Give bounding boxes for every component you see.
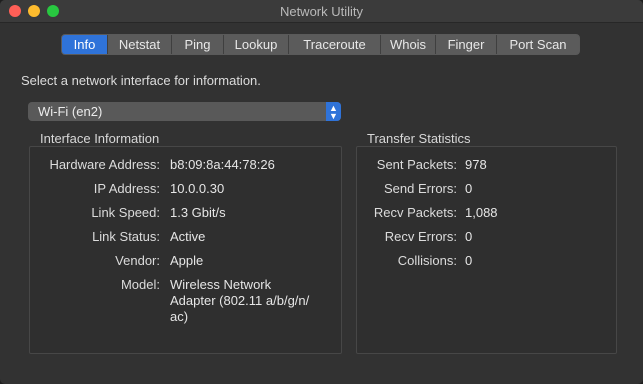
stats-row-sent-packets: Sent Packets: 978: [357, 157, 618, 173]
interface-info-title: Interface Information: [40, 131, 160, 146]
stats-label: Recv Packets:: [373, 205, 457, 220]
info-row-link-status: Link Status: Active: [30, 229, 343, 245]
interface-select-value: Wi-Fi (en2): [38, 104, 103, 119]
info-label: IP Address:: [93, 181, 160, 196]
tab-info[interactable]: Info: [62, 35, 107, 54]
stats-label: Sent Packets:: [376, 157, 457, 172]
tab-bar: Info Netstat Ping Lookup Traceroute Whoi…: [61, 34, 580, 55]
stats-value: 1,088: [465, 205, 498, 220]
info-value: b8:09:8a:44:78:26: [170, 157, 275, 172]
tab-lookup[interactable]: Lookup: [223, 35, 288, 54]
interface-info-box: Hardware Address: b8:09:8a:44:78:26 IP A…: [29, 146, 342, 354]
tab-traceroute[interactable]: Traceroute: [288, 35, 380, 54]
tab-whois[interactable]: Whois: [380, 35, 435, 54]
info-row-hardware-address: Hardware Address: b8:09:8a:44:78:26: [30, 157, 343, 173]
info-value: Active: [170, 229, 206, 244]
tab-ping[interactable]: Ping: [171, 35, 223, 54]
stats-value: 978: [465, 157, 487, 172]
stats-value: 0: [465, 229, 473, 244]
window-title: Network Utility: [279, 4, 364, 19]
chevron-up-down-icon: ▲ ▼: [326, 102, 341, 121]
info-label: Link Status:: [92, 229, 160, 244]
stats-row-collisions: Collisions: 0: [357, 253, 618, 269]
info-row-link-speed: Link Speed: 1.3 Gbit/s: [30, 205, 343, 221]
network-utility-window: Network Utility Info Netstat Ping Lookup…: [0, 0, 643, 384]
stats-label: Recv Errors:: [384, 229, 457, 244]
info-value: 10.0.0.30: [170, 181, 225, 196]
tab-netstat[interactable]: Netstat: [107, 35, 171, 54]
stats-row-recv-packets: Recv Packets: 1,088: [357, 205, 618, 221]
tab-finger[interactable]: Finger: [435, 35, 496, 54]
info-value: Apple: [170, 253, 204, 268]
stats-label: Send Errors:: [384, 181, 457, 196]
info-row-vendor: Vendor: Apple: [30, 253, 343, 269]
info-value: 1.3 Gbit/s: [170, 205, 226, 220]
title-bar[interactable]: Network Utility: [0, 0, 643, 23]
info-label: Vendor:: [115, 253, 160, 268]
info-row-model: Model: Wireless Network Adapter (802.11 …: [30, 277, 343, 327]
stats-row-send-errors: Send Errors: 0: [357, 181, 618, 197]
stats-label: Collisions:: [397, 253, 457, 268]
interface-select[interactable]: Wi-Fi (en2) ▲ ▼: [28, 102, 341, 121]
interface-prompt: Select a network interface for informati…: [21, 73, 261, 88]
stats-value: 0: [465, 253, 473, 268]
stats-row-recv-errors: Recv Errors: 0: [357, 229, 618, 245]
stats-value: 0: [465, 181, 473, 196]
info-value-line: Wireless Network: [170, 277, 272, 292]
info-label: Link Speed:: [91, 205, 160, 220]
info-label: Model:: [120, 277, 160, 292]
info-value-line: Adapter (802.11 a/b/g/n/: [170, 293, 310, 308]
info-value-line: ac): [170, 309, 189, 324]
tab-port-scan[interactable]: Port Scan: [496, 35, 579, 54]
transfer-stats-box: Sent Packets: 978 Send Errors: 0 Recv Pa…: [356, 146, 617, 354]
info-label: Hardware Address:: [49, 157, 160, 172]
transfer-stats-title: Transfer Statistics: [367, 131, 471, 146]
info-row-ip-address: IP Address: 10.0.0.30: [30, 181, 343, 197]
